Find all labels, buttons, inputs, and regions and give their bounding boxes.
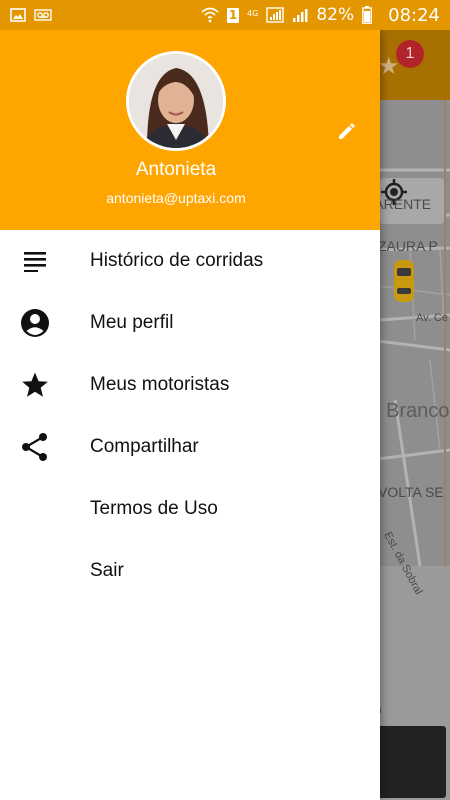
map-street-label: IZAURA P [374, 238, 438, 254]
menu-item-label: Meu perfil [90, 312, 174, 333]
menu-item-my-profile[interactable]: Meu perfil [0, 292, 380, 354]
menu-item-terms-of-use[interactable]: Termos de Uso [0, 478, 380, 540]
edit-profile-button[interactable] [334, 118, 360, 144]
status-right: 1 4G 82% 08:24 [201, 5, 440, 26]
map-district-label: Branco [386, 400, 450, 422]
voicemail-icon [34, 9, 52, 21]
signal-box-icon [266, 7, 285, 23]
menu-item-share[interactable]: Compartilhar [0, 416, 380, 478]
menu-item-label: Histórico de corridas [90, 250, 264, 271]
share-icon [20, 432, 50, 462]
notification-badge[interactable]: 1 [396, 40, 424, 68]
map-street-label: Av. Ce [416, 312, 448, 324]
cell-signal-icon [292, 7, 308, 23]
clock: 08:24 [388, 4, 440, 26]
sim-card-icon: 1 [227, 7, 240, 23]
bottom-card[interactable] [372, 726, 446, 798]
pencil-icon [339, 123, 355, 139]
profile-name: Antonieta [135, 159, 217, 180]
taxi-car-icon[interactable] [392, 258, 416, 304]
navigation-drawer: Antonieta antonieta@uptaxi.com Histórico… [0, 30, 380, 800]
menu-item-logout[interactable]: Sair [0, 540, 380, 602]
status-bar: 1 4G 82% 08:24 [0, 0, 450, 30]
wifi-icon [201, 7, 219, 23]
network-type-label: 4G [247, 8, 259, 18]
battery-icon [362, 6, 373, 24]
star-icon [20, 370, 50, 400]
menu-item-my-drivers[interactable]: Meus motoristas [0, 354, 380, 416]
avatar-photo [129, 54, 223, 148]
avatar[interactable] [126, 51, 226, 151]
profile-email: antonieta@uptaxi.com [106, 190, 246, 206]
menu-item-ride-history[interactable]: Histórico de corridas [0, 230, 380, 292]
history-list-icon [20, 246, 50, 276]
menu-item-label: Sair [90, 560, 124, 581]
menu-item-label: Meus motoristas [90, 374, 230, 395]
menu-item-label: Compartilhar [90, 436, 199, 457]
menu-item-label: Termos de Uso [90, 498, 218, 519]
battery-percent: 82% [316, 5, 355, 25]
drawer-header: Antonieta antonieta@uptaxi.com [0, 30, 380, 230]
map-street-label: VOLTA SE [378, 484, 444, 500]
gallery-notification-icon [10, 8, 26, 22]
status-left [10, 8, 52, 22]
account-circle-icon [20, 308, 50, 338]
